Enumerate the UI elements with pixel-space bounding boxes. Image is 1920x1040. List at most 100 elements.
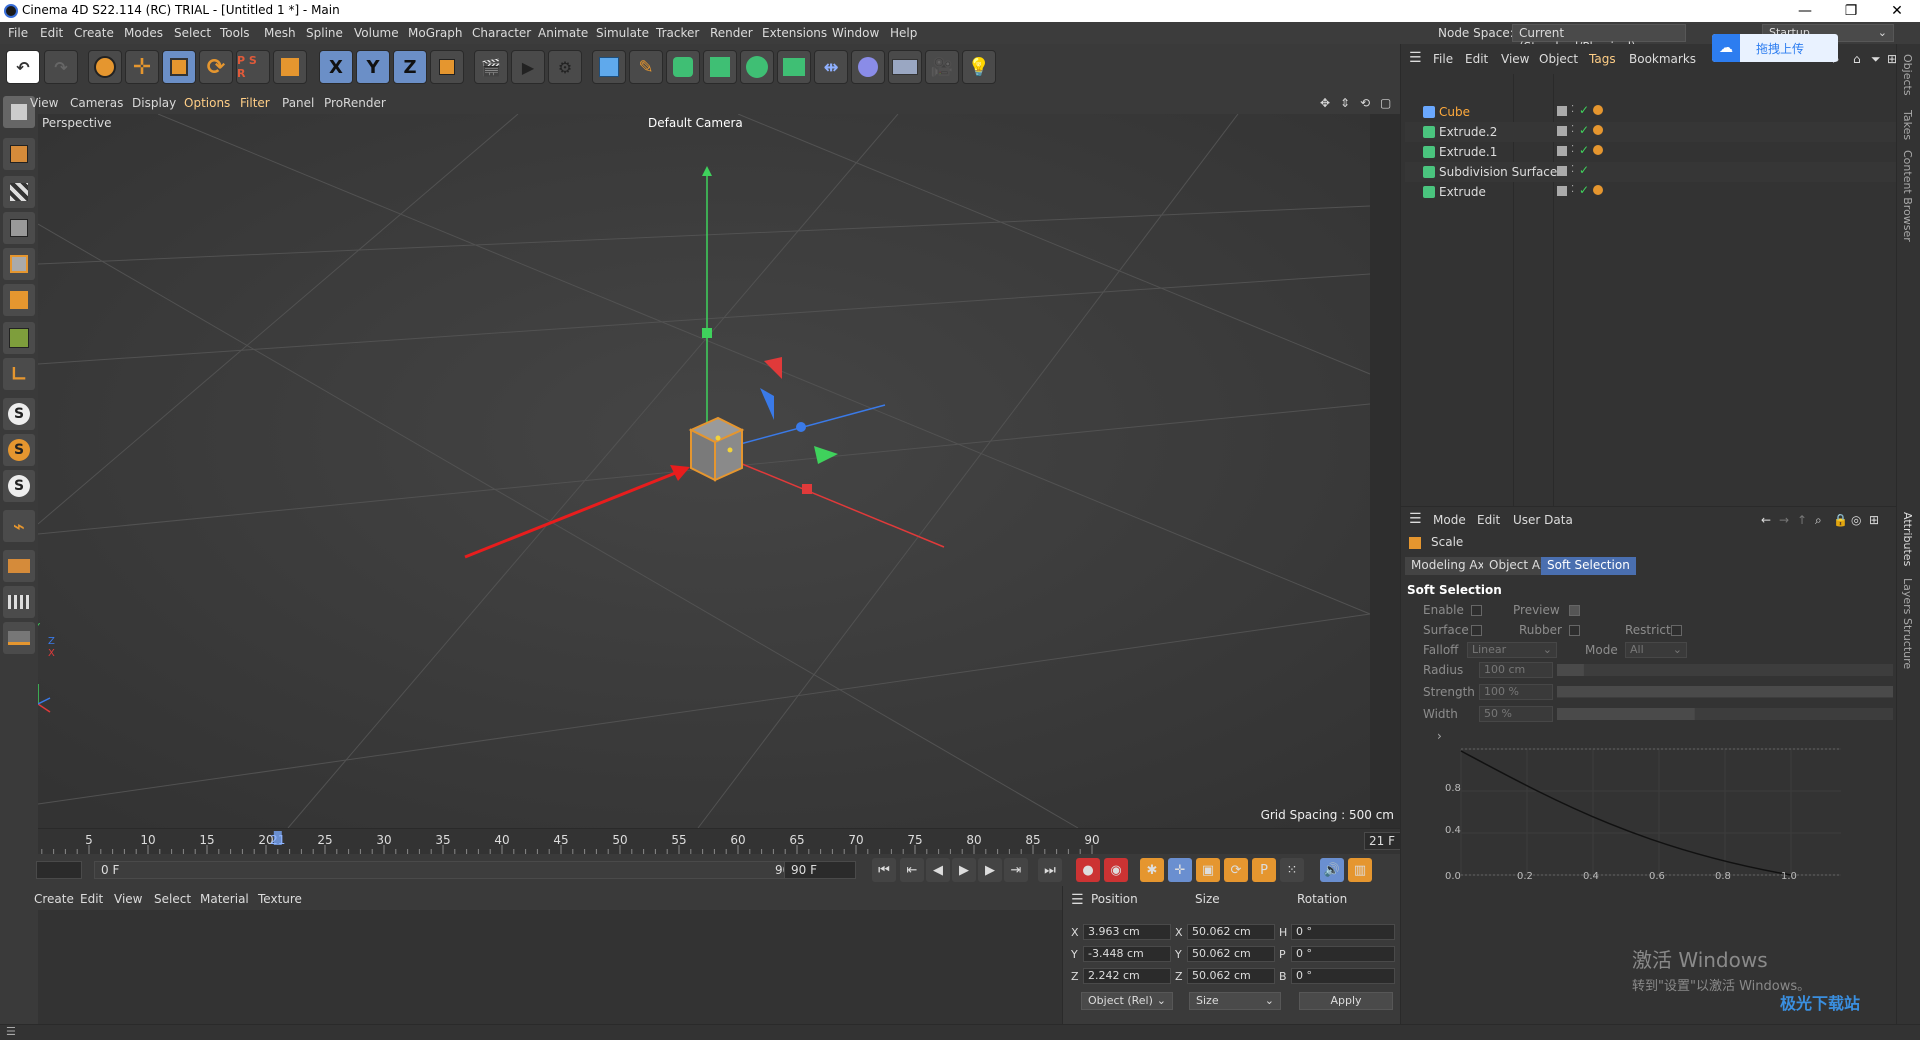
node-space-select[interactable]: Current (Standard/Physical)⌄ [1512,24,1686,54]
coordinate-mode-select[interactable]: Object (Rel) ⌄ [1081,992,1173,1010]
tab-soft-selection[interactable]: Soft Selection [1541,557,1636,575]
world-coordinate-button[interactable] [430,50,464,84]
object-name[interactable]: Subdivision Surface [1439,165,1557,179]
sound-button[interactable]: 🔊 [1320,858,1344,882]
viewport-menu-view[interactable]: View [30,96,58,110]
layer-checkbox-icon[interactable] [1557,106,1567,116]
layer-checkbox-icon[interactable] [1557,146,1567,156]
y-scale-handle[interactable] [702,328,712,338]
timeline-start-field[interactable] [36,861,82,879]
side-tab-content-browser[interactable]: Content Browser [1901,150,1914,242]
layer-checkbox-icon[interactable] [1557,186,1567,196]
rotate-tool-button[interactable]: ⟳ [199,50,233,84]
viewport-zoom-icon[interactable]: ⇕ [1340,96,1350,110]
enabled-check-icon[interactable]: ✓ [1579,123,1589,137]
attribute-menu-edit[interactable]: Edit [1477,513,1500,527]
menu-mesh[interactable]: Mesh [264,26,296,40]
record-button[interactable]: ● [1076,858,1100,882]
timeline-window-button[interactable]: ▥ [1348,858,1372,882]
render-view-button[interactable]: 🎬 [474,50,508,84]
menu-select[interactable]: Select [174,26,211,40]
enabled-check-icon[interactable]: ✓ [1579,143,1589,157]
material-menu-create[interactable]: Create [34,892,74,906]
size-z-field[interactable]: 50.062 cm [1187,968,1275,984]
search-icon[interactable]: ⌕ [1815,513,1822,528]
object-menu-bookmarks[interactable]: Bookmarks [1629,52,1696,66]
points-mode-button[interactable] [3,212,35,244]
z-scale-handle[interactable] [796,422,806,432]
attribute-menu-user-data[interactable]: User Data [1513,513,1573,527]
x-axis-lock-button[interactable]: X [319,50,353,84]
side-tab-structure[interactable]: Structure [1901,618,1914,669]
goto-end-button[interactable]: ⏭ [1038,858,1062,882]
tag-icon[interactable] [1593,185,1603,195]
object-name[interactable]: Extrude [1439,185,1486,199]
snap-settings-button[interactable]: S [3,434,35,466]
falloff-graph[interactable] [1441,739,1871,889]
tweak-button[interactable]: ⌁ [3,510,35,542]
viewport[interactable]: Perspective Default Camera Y Z X Grid Sp… [38,114,1400,828]
key-rotation-button[interactable]: ⟳ [1224,858,1248,882]
uv-mode-button[interactable] [3,322,35,354]
target-icon[interactable]: ◎ [1851,513,1861,527]
object-name[interactable]: Cube [1439,105,1470,119]
object-row[interactable]: Subdivision Surface ⁚ ✓ [1405,162,1897,182]
viewport-menu-options[interactable]: Options [184,96,230,110]
up-arrow-icon[interactable]: ↑ [1797,513,1807,527]
object-visibility-flags[interactable]: ⁚ ✓ [1551,143,1603,159]
timeline-ruler[interactable]: 5 10 15 20 21 25 30 35 40 45 50 55 60 65 70 75 80 85 90 21… [38,828,1436,855]
viewport-menu-panel[interactable]: Panel [282,96,314,110]
prev-frame-button[interactable]: ◀ [926,858,950,882]
attribute-menu-mode[interactable]: Mode [1433,513,1466,527]
redo-button[interactable]: ↷ [44,50,78,84]
max-frame-field[interactable]: 90 F [784,861,856,879]
object-menu-edit[interactable]: Edit [1465,52,1488,66]
preview-checkbox[interactable] [1569,605,1580,616]
camera-button[interactable]: 🎥 [925,50,959,84]
undo-button[interactable]: ↶ [6,50,40,84]
key-parameter-button[interactable]: P [1252,858,1276,882]
subdivision-surface-button[interactable] [666,50,700,84]
cube-object[interactable] [688,416,745,482]
cube-button[interactable] [592,50,626,84]
side-tab-layers[interactable]: Layers [1901,578,1914,614]
object-visibility-flags[interactable]: ⁚ ✓ [1551,123,1603,139]
close-button[interactable]: ✕ [1874,0,1920,22]
material-menu-select[interactable]: Select [154,892,191,906]
material-menu-view[interactable]: View [114,892,142,906]
maximize-button[interactable]: ❐ [1828,0,1874,22]
side-tab-objects[interactable]: Objects [1901,54,1914,96]
object-row[interactable]: Extrude.1 ⁚ ✓ [1405,142,1897,162]
mode-select[interactable]: All ⌄ [1625,642,1687,658]
viewport-menu-prorender[interactable]: ProRender [324,96,386,110]
apply-button[interactable]: Apply [1299,992,1393,1010]
minimize-button[interactable]: — [1782,0,1828,22]
axis-mode-button[interactable]: ∟ [3,358,35,390]
goto-start-button[interactable]: ⏮ [872,858,896,882]
object-menu-tags[interactable]: Tags [1589,52,1616,66]
back-arrow-icon[interactable]: ← [1761,513,1771,527]
menu-modes[interactable]: Modes [124,26,163,40]
enabled-check-icon[interactable]: ✓ [1579,163,1589,177]
enabled-check-icon[interactable]: ✓ [1579,183,1589,197]
viewport-maximize-icon[interactable]: ▢ [1380,96,1391,110]
mograph-button[interactable] [777,50,811,84]
enable-checkbox[interactable] [1471,605,1482,616]
menu-edit[interactable]: Edit [40,26,63,40]
cloner-button[interactable] [740,50,774,84]
object-menu-view[interactable]: View [1501,52,1529,66]
rotation-b-field[interactable]: 0 ° [1291,968,1395,984]
workplane-snap-button[interactable]: S [3,470,35,502]
filter-icon[interactable]: ⏷ [1871,52,1881,67]
material-menu-texture[interactable]: Texture [258,892,302,906]
side-tab-takes[interactable]: Takes [1901,110,1914,140]
render-picture-viewer-button[interactable]: ▶ [511,50,545,84]
key-position-button[interactable]: ✛ [1168,858,1192,882]
menu-volume[interactable]: Volume [354,26,399,40]
size-x-field[interactable]: 50.062 cm [1187,924,1275,940]
size-mode-select[interactable]: Size ⌄ [1189,992,1281,1010]
object-visibility-flags[interactable]: ⁚ ✓ [1551,103,1603,119]
menu-tools[interactable]: Tools [220,26,250,40]
tag-icon[interactable] [1593,125,1603,135]
object-visibility-flags[interactable]: ⁚ ✓ [1551,183,1603,199]
